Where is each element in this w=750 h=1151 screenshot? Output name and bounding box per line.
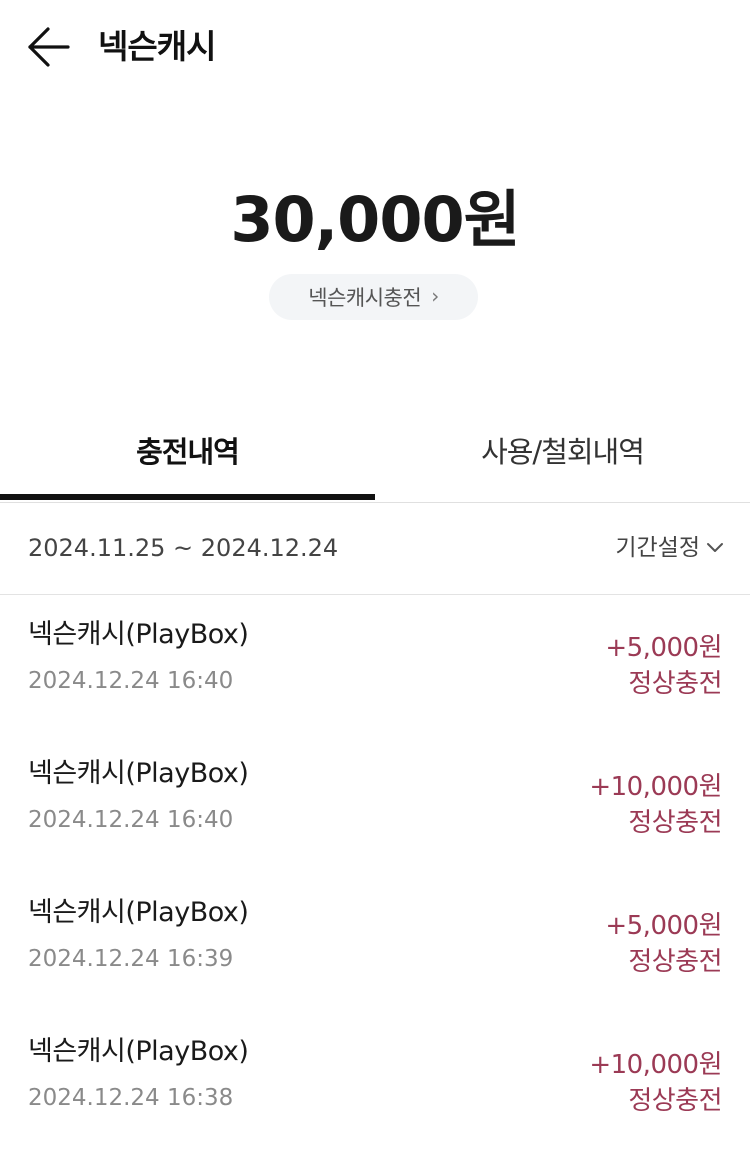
charge-cash-button[interactable]: 넥슨캐시충전 › [269,274,478,320]
transaction-status: 정상충전 [628,1086,722,1116]
transaction-title: 넥슨캐시(PlayBox) [28,619,249,650]
transaction-amount: +5,000원 [605,911,722,941]
date-range: 2024.11.25 ~ 2024.12.24 [28,534,339,562]
transaction-amount: +5,000원 [605,633,722,663]
transaction-datetime: 2024.12.24 16:38 [28,1085,234,1111]
filter-row: 2024.11.25 ~ 2024.12.24 기간설정 [0,502,750,595]
period-setting-label: 기간설정 [615,535,700,561]
transaction-datetime: 2024.12.24 16:39 [28,946,234,972]
transaction-datetime: 2024.12.24 16:40 [28,668,234,694]
back-button[interactable] [22,24,72,70]
transaction-amount: +10,000원 [589,1050,722,1080]
chevron-down-icon [707,543,723,552]
period-setting-button[interactable]: 기간설정 [615,530,724,566]
transaction-status: 정상충전 [628,947,722,977]
transaction-datetime: 2024.12.24 16:40 [28,807,234,833]
transaction-amount: +10,000원 [589,772,722,802]
transaction-title: 넥슨캐시(PlayBox) [28,897,249,928]
cash-balance: 30,000원 [230,183,520,256]
back-arrow-icon [28,27,70,67]
app-header: 넥슨캐시 [0,0,750,96]
transaction-item[interactable]: 넥슨캐시(PlayBox) 2024.12.24 16:40 +10,000원 … [0,734,750,873]
transaction-list: 넥슨캐시(PlayBox) 2024.12.24 16:40 +5,000원 정… [0,595,750,1151]
transaction-status: 정상충전 [628,669,722,699]
page-title: 넥슨캐시 [98,27,216,66]
transaction-item[interactable]: 넥슨캐시(PlayBox) 2024.12.24 16:39 +5,000원 정… [0,873,750,1012]
chevron-right-icon: › [431,284,439,308]
transaction-status: 정상충전 [628,808,722,838]
transaction-title: 넥슨캐시(PlayBox) [28,758,249,789]
tab-charge-history[interactable]: 충전내역 [0,406,375,502]
charge-cash-label: 넥슨캐시충전 [308,286,422,310]
history-tabs: 충전내역 사용/철회내역 [0,406,750,503]
transaction-item[interactable]: 넥슨캐시(PlayBox) 2024.12.24 16:40 +5,000원 정… [0,595,750,734]
active-tab-indicator [0,494,375,500]
tab-usage-history[interactable]: 사용/철회내역 [375,406,750,502]
transaction-title: 넥슨캐시(PlayBox) [28,1036,249,1067]
transaction-item[interactable]: 넥슨캐시(PlayBox) 2024.12.24 16:38 +10,000원 … [0,1012,750,1151]
